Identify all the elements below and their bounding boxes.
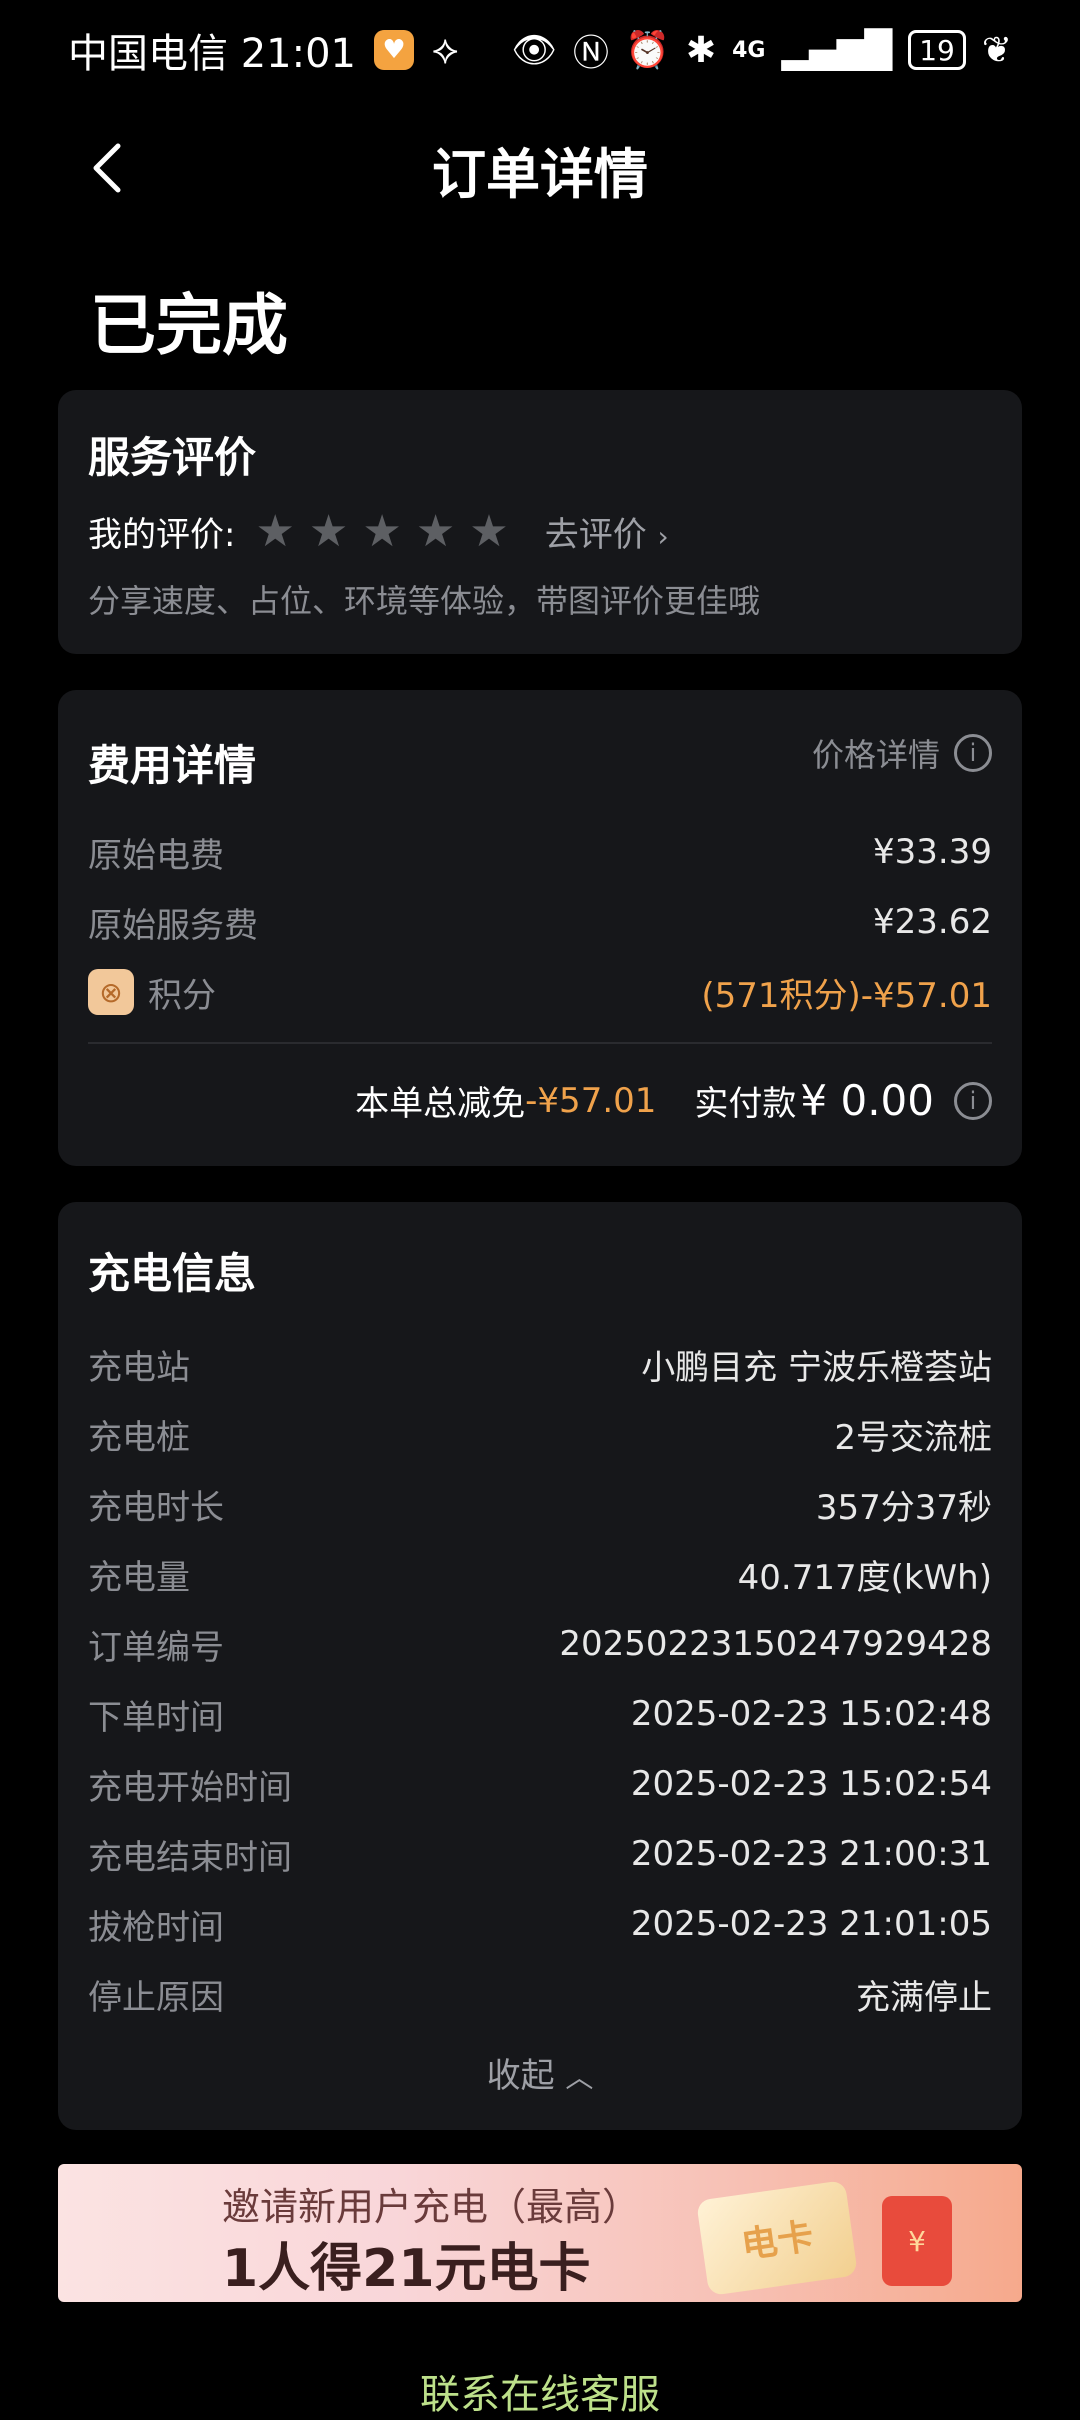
info-icon: i: [954, 734, 992, 772]
red-envelope-icon: ¥: [882, 2196, 952, 2286]
nfc-icon: Ⓝ: [573, 33, 610, 74]
banner-line2: 1人得21元电卡: [222, 2239, 591, 2299]
eye-icon: 👁: [511, 30, 558, 71]
info-row: 充电量 40.717度(kWh): [88, 1546, 992, 1602]
info-value: 2025-02-23 21:00:31: [630, 1834, 992, 1874]
price-detail-link[interactable]: 价格详情 i: [812, 730, 992, 776]
review-card: 服务评价 我的评价: ★ ★ ★ ★ ★ 去评价 › 分享速度、占位、环境等体验…: [58, 390, 1022, 654]
fee-row: 原始服务费 ¥23.62: [88, 894, 992, 950]
info-label: 充电结束时间: [88, 1837, 292, 1878]
contact-support-link[interactable]: 联系在线客服: [0, 2362, 1080, 2420]
info-row: 充电时长 357分37秒: [88, 1476, 992, 1532]
info-row: 充电开始时间 2025-02-23 15:02:54: [88, 1756, 992, 1812]
status-bar: 中国电信 21:01 ♥ ⟡ 👁 Ⓝ ⏰ ✱ 4G ▂▄▆█ 19 ❦: [0, 0, 1080, 100]
signal-icon: ▂▄▆█: [781, 29, 893, 71]
info-value: 2025-02-23 15:02:48: [630, 1694, 992, 1734]
info-row: 订单编号 20250223150247929428: [88, 1616, 992, 1672]
battery-indicator: 19: [908, 30, 966, 70]
info-label: 停止原因: [88, 1977, 224, 2018]
paid-label: 实付款: [694, 1084, 797, 1124]
total-discount-value: -¥57.01: [525, 1080, 657, 1121]
info-value: 2025-02-23 15:02:54: [630, 1764, 992, 1804]
info-label: 充电桩: [88, 1417, 190, 1458]
go-review-label: 去评价: [544, 515, 647, 555]
alarm-icon: ⏰: [625, 30, 670, 71]
navigation-bar: 订单详情: [0, 100, 1080, 240]
page-title: 订单详情: [432, 143, 648, 206]
leaf-icon: ❦: [981, 29, 1012, 71]
info-value: 2025-02-23 21:01:05: [630, 1904, 992, 1944]
info-row: 停止原因 充满停止: [88, 1966, 992, 2022]
fee-title: 费用详情: [88, 741, 257, 790]
points-value: (571积分)-¥57.01: [701, 975, 992, 1016]
info-value: 40.717度(kWh): [737, 1557, 992, 1598]
info-value: 小鹏目充 宁波乐橙荟站: [641, 1347, 992, 1388]
points-label: 积分: [148, 975, 216, 1016]
chevron-right-icon: ›: [657, 520, 669, 553]
info-label: 充电量: [88, 1557, 190, 1598]
info-row: 拔枪时间 2025-02-23 21:01:05: [88, 1896, 992, 1952]
info-value: 2号交流桩: [834, 1417, 992, 1458]
fee-label: 原始服务费: [88, 905, 258, 946]
info-value: 357分37秒: [815, 1487, 992, 1528]
info-label: 订单编号: [88, 1627, 224, 1668]
total-row: 本单总减免 -¥57.01 实付款 ¥ 0.00 i: [355, 1076, 992, 1125]
info-value: 20250223150247929428: [559, 1624, 992, 1664]
points-icon: ⊗: [88, 969, 134, 1015]
carrier-time: 中国电信 21:01: [68, 31, 356, 77]
fee-value: ¥23.62: [873, 902, 992, 942]
star-icon[interactable]: ★: [416, 506, 455, 557]
chevron-up-icon: ︿: [565, 2061, 594, 2094]
rating-row: 我的评价: ★ ★ ★ ★ ★ 去评价 ›: [88, 506, 669, 557]
charging-title: 充电信息: [88, 1249, 257, 1298]
rating-stars[interactable]: ★ ★ ★ ★ ★: [255, 506, 508, 557]
sync-icon: ⟡: [432, 27, 459, 73]
star-icon[interactable]: ★: [362, 506, 401, 557]
fee-value: ¥33.39: [873, 832, 992, 872]
star-icon[interactable]: ★: [469, 506, 508, 557]
info-label: 充电时长: [88, 1487, 224, 1528]
info-row: 充电结束时间 2025-02-23 21:00:31: [88, 1826, 992, 1882]
info-row: 下单时间 2025-02-23 15:02:48: [88, 1686, 992, 1742]
total-discount-label: 本单总减免: [355, 1084, 526, 1124]
info-label: 充电站: [88, 1347, 190, 1388]
invite-banner[interactable]: 邀请新用户充电（最高） 1人得21元电卡 电卡 ¥: [58, 2164, 1022, 2302]
my-rating-label: 我的评价:: [88, 515, 236, 555]
banner-line1: 邀请新用户充电（最高）: [222, 2185, 641, 2229]
fee-row: 原始电费 ¥33.39: [88, 824, 992, 880]
info-icon[interactable]: i: [954, 1081, 992, 1120]
review-title: 服务评价: [88, 433, 257, 482]
app-notification-icon: ♥: [374, 30, 414, 70]
order-status: 已完成: [90, 287, 288, 364]
go-review-link[interactable]: 去评价 ›: [545, 507, 669, 556]
info-label: 下单时间: [88, 1697, 224, 1738]
info-row: 充电桩 2号交流桩: [88, 1406, 992, 1462]
banner-card-text: 电卡: [738, 2216, 816, 2267]
bluetooth-icon: ✱: [685, 29, 717, 71]
charging-info-card: 充电信息 充电站 小鹏目充 宁波乐橙荟站 充电桩 2号交流桩 充电时长 357分…: [58, 1202, 1022, 2130]
price-detail-label: 价格详情: [811, 736, 940, 774]
info-label: 充电开始时间: [88, 1767, 292, 1808]
fee-label: 原始电费: [88, 835, 224, 876]
collapse-label: 收起: [486, 2056, 555, 2096]
points-row: ⊗ 积分 (571积分)-¥57.01: [88, 964, 992, 1020]
info-value: 充满停止: [856, 1977, 992, 2018]
star-icon[interactable]: ★: [309, 506, 348, 557]
star-icon[interactable]: ★: [255, 506, 294, 557]
divider: [88, 1042, 992, 1044]
fee-card: 费用详情 价格详情 i 原始电费 ¥33.39 原始服务费 ¥23.62 ⊗ 积…: [58, 690, 1022, 1166]
charge-card-image: 电卡: [696, 2180, 858, 2296]
info-row: 充电站 小鹏目充 宁波乐橙荟站: [88, 1336, 992, 1392]
collapse-button[interactable]: 收起 ︿: [58, 2048, 1022, 2097]
info-label: 拔枪时间: [88, 1907, 224, 1948]
review-hint: 分享速度、占位、环境等体验，带图评价更佳哦: [88, 582, 761, 620]
paid-value: ¥ 0.00: [800, 1076, 934, 1125]
network-type: 4G: [732, 37, 766, 63]
